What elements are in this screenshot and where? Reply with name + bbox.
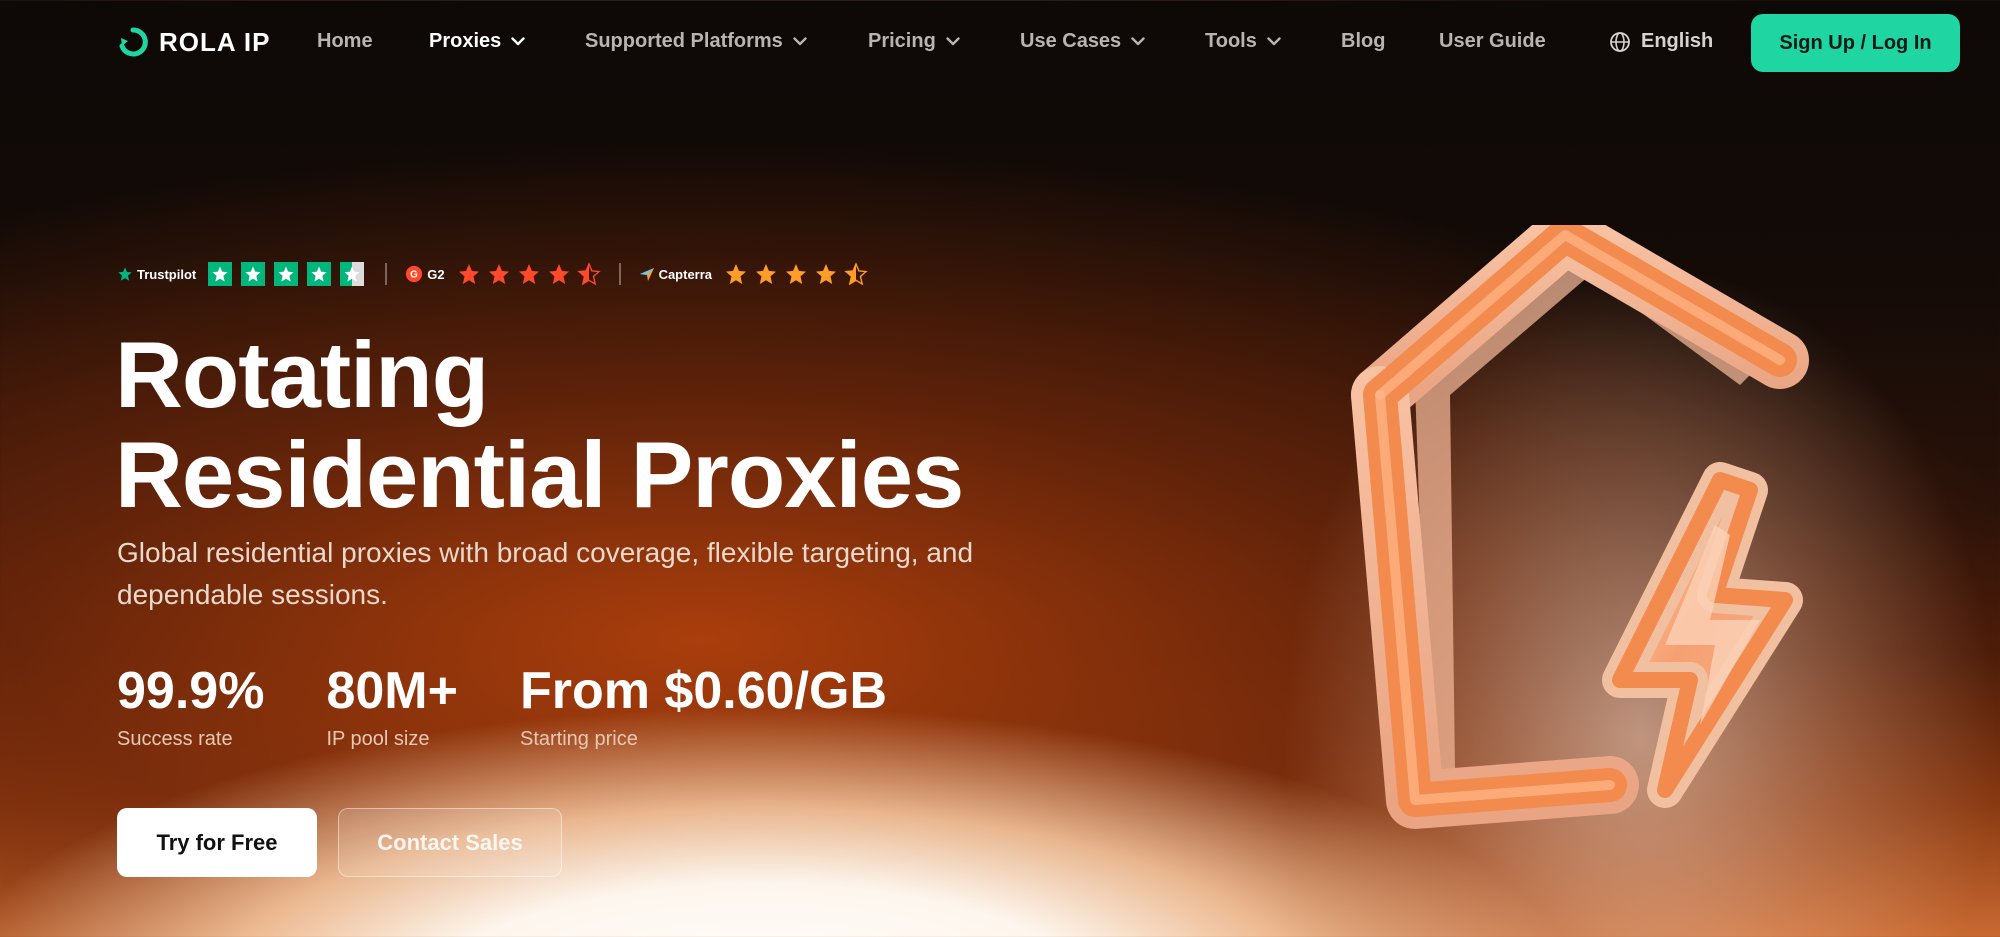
nav-pricing-label: Pricing (868, 30, 936, 52)
capterra-logo-icon (639, 268, 654, 281)
brand-logo[interactable]: ROLA IP (117, 26, 270, 58)
rating-divider (618, 263, 621, 285)
capterra-star-half (844, 262, 868, 286)
hero-title-line-1: Rotating (115, 322, 489, 427)
contact-sales-button[interactable]: Contact Sales (338, 808, 562, 877)
trustpilot-star-icon (118, 267, 132, 281)
g2-star (518, 264, 539, 284)
stat-value: 80M+ (326, 662, 458, 720)
nav-home[interactable]: Home (317, 30, 373, 53)
trustpilot-star (307, 262, 332, 286)
trustpilot-star (208, 262, 233, 286)
language-selector[interactable]: English (1609, 30, 1713, 53)
try-for-free-button[interactable]: Try for Free (117, 808, 317, 877)
signup-login-button[interactable]: Sign Up / Log In (1751, 14, 1960, 72)
nav-proxies[interactable]: Proxies (429, 30, 525, 53)
capterra-star (756, 264, 777, 284)
g2-star-half (576, 262, 601, 286)
nav-home-label: Home (317, 30, 373, 52)
stat-value: From $0.60/GB (519, 662, 888, 720)
nav-supported-platforms-label: Supported Platforms (585, 30, 783, 52)
rating-divider (385, 263, 388, 285)
stat-ip-pool: 80M+ IP pool size (326, 662, 458, 751)
capterra-star (816, 264, 837, 284)
ratings-row: Trustpilot G G2 Capterra (117, 262, 868, 286)
svg-text:G: G (410, 270, 418, 281)
chevron-down-icon (1267, 37, 1281, 46)
trustpilot-star-half (340, 262, 365, 286)
g2-logo-icon: G (406, 265, 423, 283)
capterra-label: Capterra (658, 266, 713, 282)
g2-star (458, 264, 479, 284)
g2-star (488, 264, 509, 284)
capterra-star (726, 264, 747, 284)
lightning-shape (1602, 462, 1803, 808)
nav-user-guide[interactable]: User Guide (1439, 30, 1546, 53)
capterra-rating[interactable]: Capterra (639, 262, 868, 286)
g2-rating[interactable]: G G2 (405, 262, 601, 286)
stat-value: 99.9% (117, 662, 265, 720)
nav-tools-label: Tools (1205, 30, 1257, 52)
trustpilot-star (241, 262, 266, 286)
logo-icon (119, 27, 148, 57)
chevron-down-icon (511, 37, 525, 46)
g2-label: G2 (427, 266, 445, 282)
chevron-down-icon (793, 37, 807, 46)
chevron-down-icon (1131, 37, 1145, 46)
house-lightning-illustration (1351, 225, 1809, 829)
stats-row: 99.9% Success rate 80M+ IP pool size Fro… (117, 662, 887, 751)
nav-proxies-label: Proxies (429, 30, 502, 52)
trustpilot-brand: Trustpilot (117, 266, 196, 282)
stat-label: IP pool size (326, 728, 430, 750)
nav-blog[interactable]: Blog (1341, 30, 1385, 53)
stat-label: Starting price (519, 728, 638, 750)
g2-star (548, 264, 569, 284)
stat-label: Success rate (117, 728, 233, 750)
g2-brand: G G2 (405, 265, 445, 283)
hero-title-line-2: Residential Proxies (115, 422, 964, 527)
hero-subtitle: Global residential proxies with broad co… (117, 537, 974, 610)
stat-starting-price: From $0.60/GB Starting price (520, 662, 887, 751)
trustpilot-star (274, 262, 299, 286)
stat-success-rate: 99.9% Success rate (117, 662, 264, 751)
capterra-brand: Capterra (639, 266, 712, 282)
trustpilot-rating[interactable]: Trustpilot (117, 262, 367, 286)
hero-title: Rotating Residential Proxies (115, 322, 964, 527)
trustpilot-label: Trustpilot (137, 266, 197, 282)
language-label: English (1641, 30, 1714, 52)
nav-blog-label: Blog (1341, 30, 1386, 52)
capterra-star (786, 264, 807, 284)
nav-use-cases-label: Use Cases (1020, 30, 1122, 52)
nav-tools[interactable]: Tools (1205, 30, 1281, 53)
nav-supported-platforms[interactable]: Supported Platforms (585, 30, 807, 53)
top-navigation: ROLA IP Home Proxies Supported Platforms… (0, 0, 2000, 86)
nav-use-cases[interactable]: Use Cases (1020, 30, 1145, 53)
chevron-down-icon (946, 37, 960, 46)
globe-icon (1610, 31, 1630, 52)
nav-user-guide-label: User Guide (1439, 30, 1546, 52)
brand-name: ROLA IP (159, 26, 271, 57)
nav-pricing[interactable]: Pricing (868, 30, 960, 53)
